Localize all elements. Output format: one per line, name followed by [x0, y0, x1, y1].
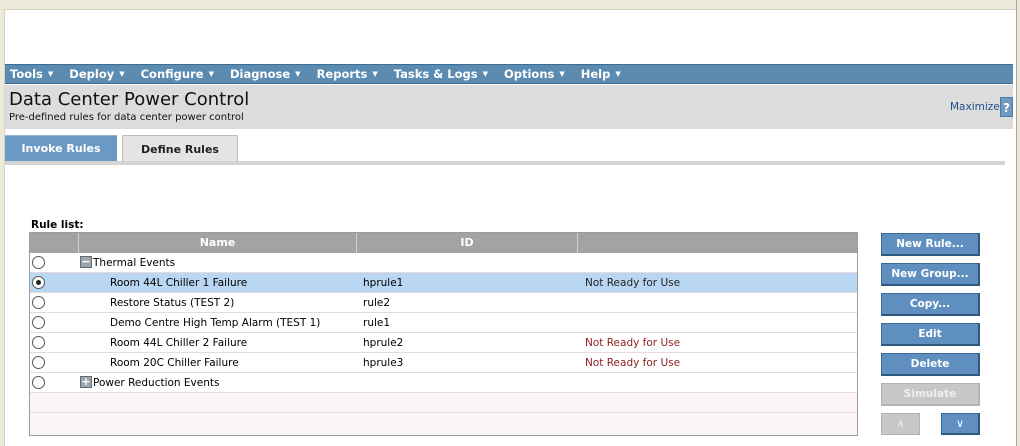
menu-help[interactable]: Help ▼: [581, 67, 621, 81]
table-row[interactable]: Room 20C Chiller Failure hprule3 Not Rea…: [30, 353, 857, 373]
move-up-button[interactable]: ∧: [881, 413, 920, 435]
new-group-button[interactable]: New Group...: [881, 263, 980, 286]
radio-button[interactable]: [32, 356, 45, 369]
rule-id: hprule2: [363, 337, 404, 349]
header-status: [578, 233, 857, 253]
radio-button[interactable]: [32, 316, 45, 329]
rule-id: rule2: [363, 297, 391, 309]
chevron-down-icon: ▼: [208, 70, 214, 78]
chevron-down-icon: ▼: [372, 70, 378, 78]
rule-id: rule1: [363, 317, 391, 329]
table-row[interactable]: Restore Status (TEST 2) rule2: [30, 293, 857, 313]
rule-status: Not Ready for Use: [585, 357, 681, 369]
menu-configure[interactable]: Configure ▼: [141, 67, 214, 81]
radio-button-selected[interactable]: [32, 276, 45, 289]
menu-label: Help: [580, 67, 611, 81]
menu-reports[interactable]: Reports ▼: [317, 67, 378, 81]
menu-label: Options: [503, 67, 555, 81]
rule-name: Room 20C Chiller Failure: [110, 357, 239, 369]
main-menubar: Tools ▼ Deploy ▼ Configure ▼ Diagnose ▼ Repo…: [5, 64, 1013, 84]
rule-list-table: Name ID − Thermal Events Room 44L Chille…: [29, 232, 858, 436]
tab-define-rules[interactable]: Define Rules: [122, 135, 238, 162]
menu-tasks-logs[interactable]: Tasks & Logs ▼: [394, 67, 488, 81]
page-header: Data Center Power Control Pre-defined ru…: [5, 85, 1013, 129]
rule-name: Room 44L Chiller 2 Failure: [110, 337, 248, 349]
rule-id: hprule3: [363, 357, 404, 369]
radio-button[interactable]: [32, 256, 45, 269]
rule-id: hprule1: [363, 277, 404, 289]
chevron-down-icon: ▼: [119, 70, 125, 78]
page-subtitle: Pre-defined rules for data center power …: [9, 112, 244, 123]
new-rule-button[interactable]: New Rule...: [881, 233, 980, 256]
maximize-link[interactable]: Maximize: [950, 101, 1000, 113]
menu-diagnose[interactable]: Diagnose ▼: [230, 67, 301, 81]
tab-underline: [5, 161, 1005, 165]
table-row[interactable]: Demo Centre High Temp Alarm (TEST 1) rul…: [30, 313, 857, 333]
chevron-down-icon: ▼: [482, 70, 488, 78]
rule-status: Not Ready for Use: [585, 337, 681, 349]
chevron-down-icon: ▼: [47, 70, 54, 78]
menu-options[interactable]: Options ▼: [504, 67, 565, 81]
header-name[interactable]: Name: [79, 233, 357, 253]
header-id[interactable]: ID: [357, 233, 578, 253]
group-row-power-reduction-events[interactable]: + Power Reduction Events: [30, 373, 857, 393]
simulate-button[interactable]: Simulate: [881, 383, 980, 406]
table-header: Name ID: [30, 233, 857, 253]
copy-button[interactable]: Copy...: [881, 293, 980, 316]
collapse-icon[interactable]: −: [80, 256, 92, 268]
rule-name: Restore Status (TEST 2): [110, 297, 235, 309]
group-row-thermal-events[interactable]: − Thermal Events: [30, 253, 857, 273]
group-label: Power Reduction Events: [93, 377, 220, 389]
help-icon[interactable]: ?: [1000, 97, 1013, 117]
radio-dot: [36, 280, 41, 285]
table-row[interactable]: Room 44L Chiller 2 Failure hprule2 Not R…: [30, 333, 857, 353]
menu-tools[interactable]: Tools ▼: [10, 67, 53, 81]
empty-row: [30, 413, 857, 435]
rule-status: Not Ready for Use: [585, 277, 681, 289]
menu-label: Reports: [316, 67, 368, 81]
menu-label: Diagnose: [229, 67, 291, 81]
header-select-column: [30, 233, 79, 253]
tab-bar: Invoke Rules Define Rules: [5, 135, 1005, 165]
move-down-button[interactable]: ∨: [941, 413, 980, 435]
menu-deploy[interactable]: Deploy ▼: [69, 67, 124, 81]
rule-list-label: Rule list:: [31, 219, 84, 231]
empty-row: [30, 393, 857, 413]
radio-button[interactable]: [32, 376, 45, 389]
window-edge: [1016, 0, 1020, 446]
menu-label: Tools: [10, 67, 43, 81]
chevron-down-icon: ▼: [615, 70, 621, 78]
browser-frame: Tools ▼ Deploy ▼ Configure ▼ Diagnose ▼ Repo…: [0, 0, 1020, 446]
chevron-down-icon: ▼: [559, 70, 565, 78]
radio-button[interactable]: [32, 336, 45, 349]
group-label: Thermal Events: [93, 257, 176, 269]
menu-label: Configure: [140, 67, 204, 81]
rule-name: Demo Centre High Temp Alarm (TEST 1): [110, 317, 321, 329]
menu-label: Deploy: [69, 67, 115, 81]
rule-name: Room 44L Chiller 1 Failure: [110, 277, 248, 289]
chevron-down-icon: ▼: [295, 70, 301, 78]
edit-button[interactable]: Edit: [881, 323, 980, 346]
table-row[interactable]: Room 44L Chiller 1 Failure hprule1 Not R…: [30, 273, 857, 293]
expand-icon[interactable]: +: [80, 376, 92, 388]
delete-button[interactable]: Delete: [881, 353, 980, 376]
page-title: Data Center Power Control: [9, 89, 250, 110]
tab-invoke-rules[interactable]: Invoke Rules: [5, 135, 117, 161]
radio-button[interactable]: [32, 296, 45, 309]
menu-label: Tasks & Logs: [393, 67, 478, 81]
